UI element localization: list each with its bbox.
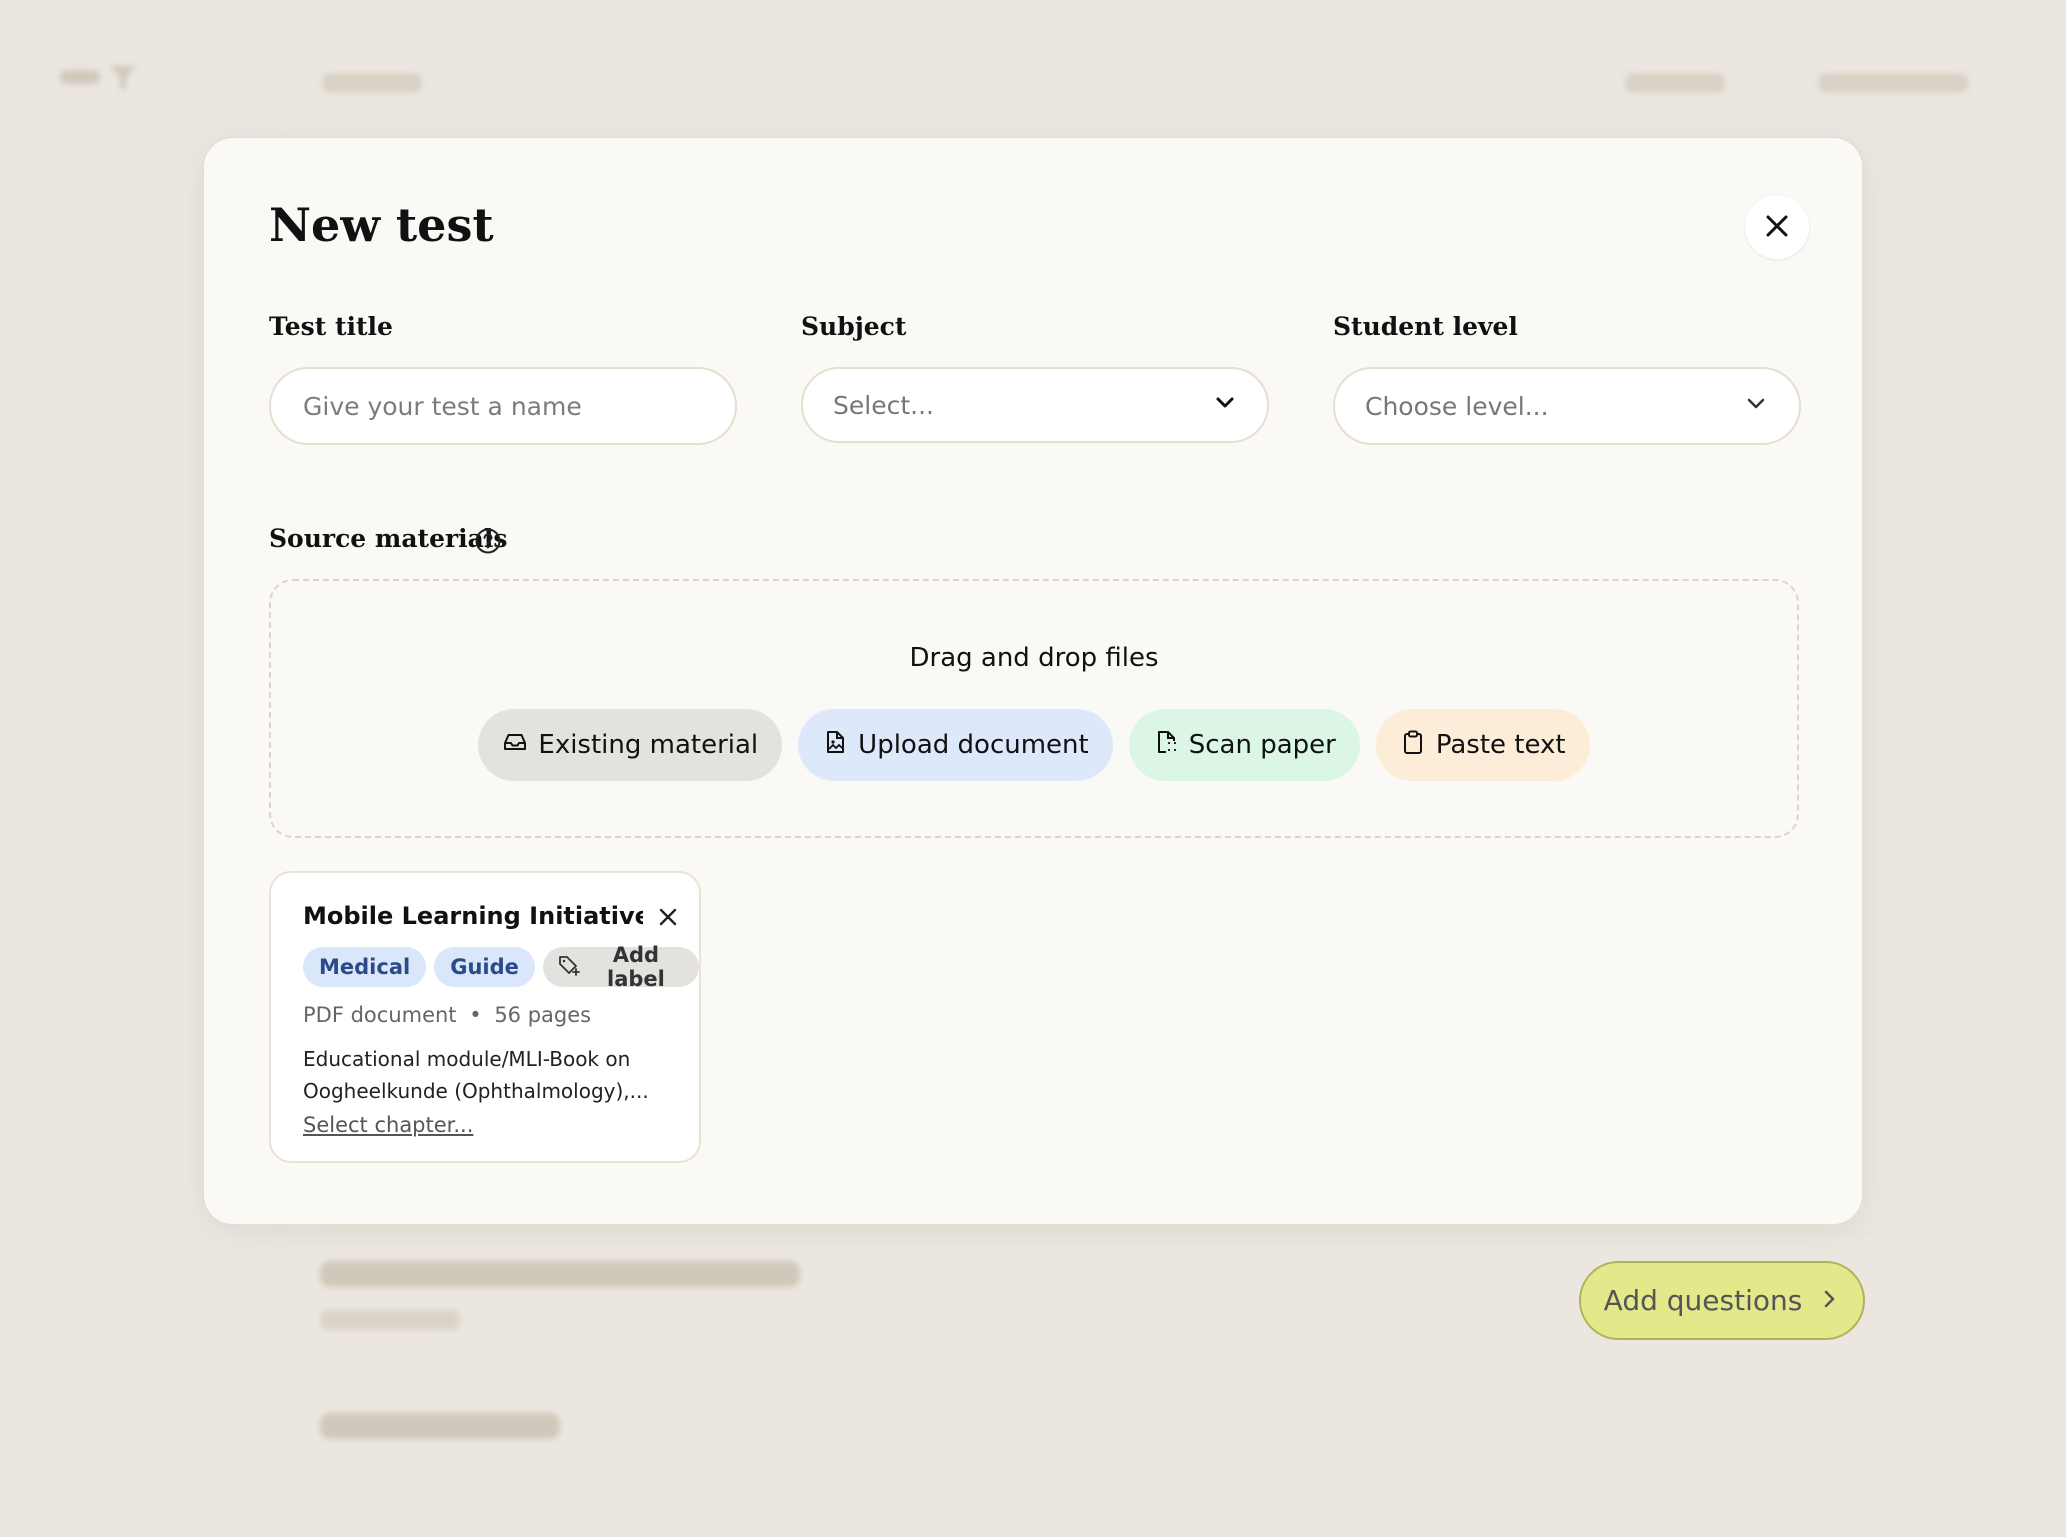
test-title-input[interactable]	[301, 390, 705, 422]
file-scan-icon	[1153, 729, 1179, 762]
background-row-subtitle	[320, 1308, 460, 1336]
inbox-icon	[502, 729, 528, 762]
upload-document-label: Upload document	[858, 730, 1089, 760]
chevron-down-icon	[1213, 390, 1237, 420]
clipboard-icon	[1400, 729, 1426, 762]
file-image-icon	[822, 729, 848, 762]
tag-plus-icon	[557, 953, 581, 982]
background-row-title	[320, 1260, 800, 1295]
material-description-line-1: Educational module/MLI-Book on	[303, 1047, 631, 1071]
meta-separator: •	[469, 1003, 482, 1027]
source-buttons: Existing material Upload document Scan p…	[271, 709, 1797, 781]
subject-label: Subject	[801, 312, 907, 341]
material-meta: PDF document • 56 pages	[303, 1003, 591, 1027]
paste-text-label: Paste text	[1435, 730, 1566, 760]
modal-title: New test	[269, 198, 494, 252]
dropzone-text: Drag and drop files	[909, 643, 1159, 673]
existing-material-button[interactable]: Existing material	[478, 709, 783, 781]
chevron-right-icon	[1820, 1284, 1840, 1317]
material-description: Educational module/MLI-Book on Oogheelku…	[303, 1043, 673, 1107]
file-dropzone[interactable]: Drag and drop files Existing material Up…	[269, 579, 1799, 838]
test-title-label: Test title	[269, 312, 393, 341]
scan-paper-label: Scan paper	[1188, 730, 1336, 760]
test-title-field[interactable]	[269, 367, 737, 445]
material-type: PDF document	[303, 1003, 457, 1027]
background-column-head	[1625, 70, 1725, 100]
tag-medical: Medical	[303, 947, 427, 987]
material-title: Mobile Learning Initiative ...	[303, 902, 643, 930]
upload-document-button[interactable]: Upload document	[798, 709, 1113, 781]
background-column-head	[322, 70, 422, 100]
student-level-select-value: Choose level...	[1365, 391, 1549, 421]
help-icon[interactable]	[474, 527, 502, 559]
select-chapter-link[interactable]: Select chapter...	[303, 1113, 473, 1137]
material-card: Mobile Learning Initiative ... Medical G…	[269, 871, 701, 1163]
new-test-modal: New test Test title Subject Select... St…	[203, 137, 1863, 1225]
student-level-select[interactable]: Choose level...	[1333, 367, 1801, 445]
close-modal-button[interactable]	[1745, 195, 1809, 259]
background-row	[320, 1384, 2066, 1537]
subject-select[interactable]: Select...	[801, 367, 1269, 443]
background-column-head	[1818, 70, 1968, 100]
tag-guide: Guide	[434, 947, 535, 987]
material-tags: Medical Guide Add label	[303, 943, 699, 991]
source-materials-label: Source materials	[269, 524, 508, 553]
background-filter-icon	[60, 62, 140, 100]
close-icon	[658, 907, 678, 930]
subject-select-value: Select...	[833, 390, 934, 420]
close-icon	[1764, 213, 1790, 242]
student-level-label: Student level	[1333, 312, 1518, 341]
background-row-title	[320, 1412, 560, 1447]
add-label-text: Add label	[607, 943, 665, 991]
add-questions-button[interactable]: Add questions	[1579, 1261, 1865, 1340]
add-questions-label: Add questions	[1603, 1284, 1803, 1317]
existing-material-label: Existing material	[538, 730, 759, 760]
material-pages: 56 pages	[494, 1003, 592, 1027]
scan-paper-button[interactable]: Scan paper	[1128, 709, 1360, 781]
material-description-line-2: Oogheelkunde (Ophthalmology),...	[303, 1079, 649, 1103]
add-label-button[interactable]: Add label	[542, 943, 699, 991]
chevron-down-icon	[1743, 390, 1769, 422]
paste-text-button[interactable]: Paste text	[1375, 709, 1590, 781]
remove-material-button[interactable]	[651, 901, 685, 935]
